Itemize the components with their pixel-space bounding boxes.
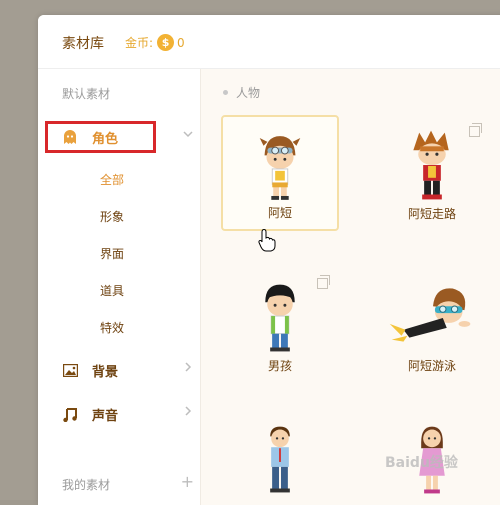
- character-aduan-icon: [259, 136, 301, 200]
- category-sound[interactable]: 声音: [62, 403, 194, 425]
- coin-icon: $: [157, 34, 175, 51]
- coins-label: 金币:: [125, 36, 154, 50]
- asset-label: 阿短游泳: [407, 359, 456, 373]
- chevron-right-icon: [182, 361, 194, 377]
- asset-label: 男孩: [267, 359, 292, 373]
- category-label: 背景: [92, 364, 119, 380]
- coins-display: 金币: $ 0: [125, 34, 185, 51]
- add-icon[interactable]: +: [181, 472, 194, 491]
- subcategory-effects[interactable]: 特效: [100, 319, 124, 336]
- section-heading: 人物: [223, 84, 260, 101]
- character-aduan-walking-icon: [413, 130, 449, 200]
- watermark: Baidu经验: [385, 455, 458, 471]
- character-dad-icon: [270, 426, 290, 493]
- asset-card[interactable]: 阿短: [221, 115, 339, 231]
- category-background[interactable]: 背景: [62, 359, 194, 381]
- chevron-right-icon: [182, 405, 194, 421]
- asset-card[interactable]: 男孩: [221, 267, 339, 383]
- default-assets-heading: 默认素材: [62, 87, 111, 101]
- my-assets-heading: 我的素材: [62, 478, 111, 492]
- character-aduan-swimming-icon: [389, 288, 471, 342]
- coins-value: 0: [177, 35, 185, 50]
- music-icon: [62, 406, 78, 422]
- subcategory-interface[interactable]: 界面: [100, 245, 124, 262]
- asset-library-panel: 素材库 金币: $ 0 默认素材 角色 全部 形象 界面 道具 特效 背景 声音…: [38, 15, 500, 505]
- annotation-highlight-box: [45, 121, 156, 153]
- subcategory-all[interactable]: 全部: [100, 171, 124, 188]
- asset-card[interactable]: 阿短走路: [373, 115, 491, 231]
- image-icon: [62, 362, 78, 378]
- asset-grid: 人物 阿短 阿短走路 男孩 阿短游泳: [201, 69, 500, 505]
- bullet-icon: [223, 90, 228, 95]
- asset-label: 阿短走路: [407, 207, 456, 221]
- asset-label: 阿短: [267, 206, 292, 220]
- asset-card[interactable]: 阿短游泳: [373, 267, 491, 383]
- category-label: 声音: [92, 408, 119, 424]
- subcategory-props[interactable]: 道具: [100, 282, 124, 299]
- chevron-down-icon: [182, 128, 194, 144]
- subcategory-figure[interactable]: 形象: [100, 208, 124, 225]
- panel-header: 素材库 金币: $ 0: [38, 15, 500, 69]
- character-boy-icon: [265, 284, 295, 352]
- panel-title: 素材库: [62, 36, 104, 52]
- section-heading-text: 人物: [236, 86, 261, 100]
- asset-card[interactable]: 爸爸: [221, 409, 339, 505]
- hand-cursor-icon: [258, 228, 276, 252]
